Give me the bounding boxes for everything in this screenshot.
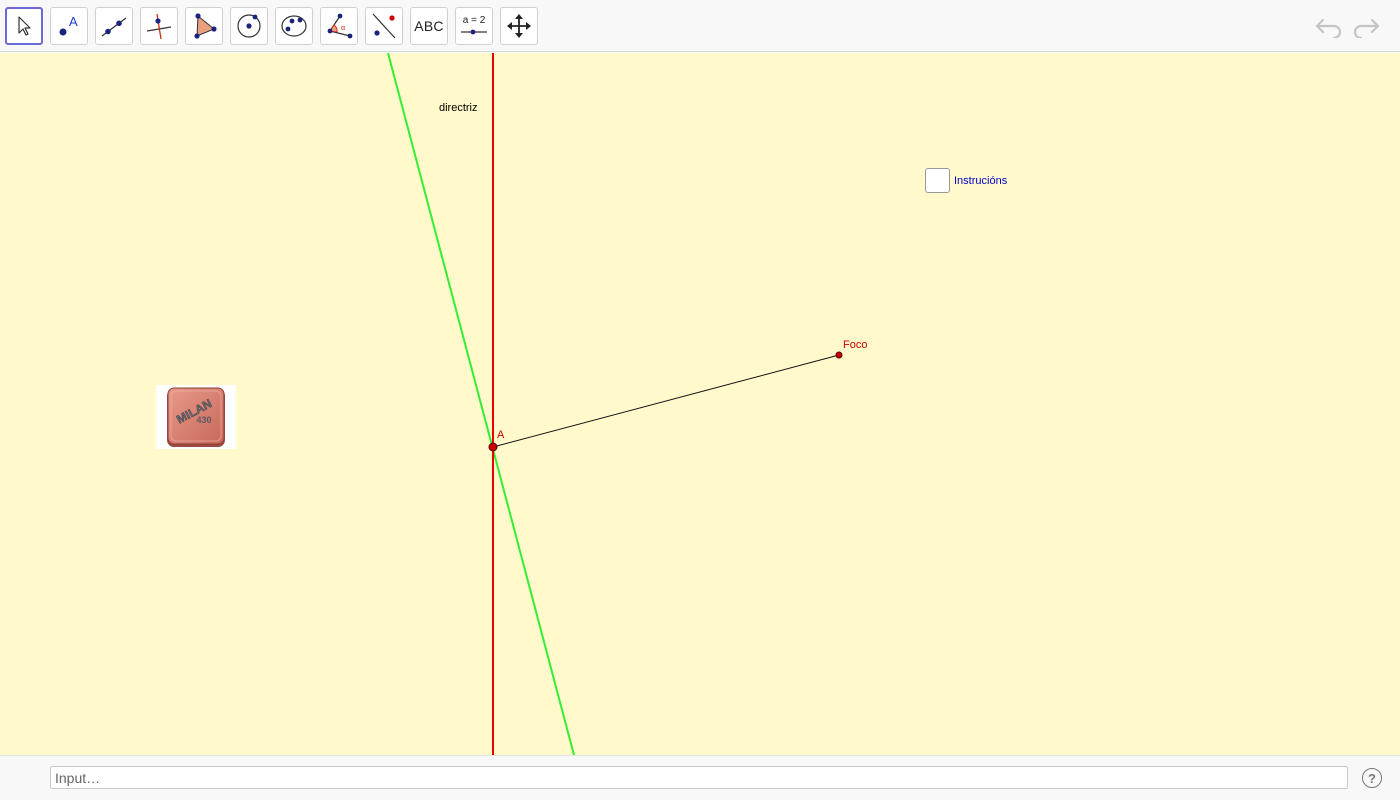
move-graphics-view-tool-button[interactable] — [500, 7, 538, 45]
graphics-view[interactable]: directriz A Foco Instrucións MILAN 430 — [0, 53, 1400, 755]
toolbar: A α ABC a = 2 — [0, 0, 1400, 52]
tangent-line[interactable] — [387, 53, 575, 755]
circle-center-point-icon — [237, 14, 261, 38]
ellipse-tool-button[interactable] — [275, 7, 313, 45]
circle-tool-button[interactable] — [230, 7, 268, 45]
eraser-graphic: MILAN 430 — [167, 387, 225, 447]
eraser-image-icon[interactable]: MILAN 430 — [156, 385, 236, 449]
perpendicular-line-icon — [146, 13, 172, 40]
instructions-checkbox-box[interactable] — [925, 168, 950, 193]
redo-button[interactable] — [1351, 14, 1381, 40]
directrix-label: directriz — [439, 102, 478, 114]
slider-tool-label: a = 2 — [463, 15, 486, 26]
angle-tool-button[interactable]: α — [320, 7, 358, 45]
point-tool-letter: A — [69, 14, 78, 29]
reflect-tool-button[interactable] — [365, 7, 403, 45]
move-tool-button[interactable] — [5, 7, 43, 45]
line-tool-button[interactable] — [95, 7, 133, 45]
perpendicular-line-tool-button[interactable] — [140, 7, 178, 45]
point-a[interactable] — [488, 442, 498, 452]
undo-icon — [1315, 18, 1342, 38]
text-tool-label: ABC — [414, 18, 444, 34]
eraser-model-text: 430 — [196, 415, 211, 425]
point-tool-button[interactable]: A — [50, 7, 88, 45]
slider-icon: a = 2 — [461, 15, 487, 35]
polygon-tool-button[interactable] — [185, 7, 223, 45]
redo-icon — [1353, 18, 1380, 38]
help-icon: ? — [1368, 770, 1376, 786]
help-button[interactable]: ? — [1362, 768, 1382, 788]
slider-tool-button[interactable]: a = 2 — [455, 7, 493, 45]
instructions-checkbox[interactable]: Instrucións — [925, 168, 1007, 193]
cursor-arrow-icon — [18, 16, 31, 36]
segment-a-focus[interactable] — [492, 354, 840, 448]
line-two-points-icon — [101, 17, 127, 37]
undo-button[interactable] — [1314, 14, 1344, 40]
point-a-label: A — [497, 429, 505, 441]
focus-point[interactable] — [835, 351, 843, 359]
move-arrows-icon — [507, 14, 531, 38]
ellipse-icon — [281, 15, 307, 37]
text-tool-button[interactable]: ABC — [410, 7, 448, 45]
algebra-input-field[interactable] — [50, 766, 1348, 789]
reflect-about-line-icon — [372, 13, 396, 39]
point-label-icon: A — [59, 14, 78, 36]
focus-label: Foco — [843, 339, 868, 351]
instructions-checkbox-label: Instrucións — [954, 174, 1008, 187]
svg-text:α: α — [341, 25, 345, 32]
input-bar: ? — [0, 755, 1400, 800]
polygon-icon — [194, 13, 217, 39]
angle-icon: α — [327, 13, 353, 39]
